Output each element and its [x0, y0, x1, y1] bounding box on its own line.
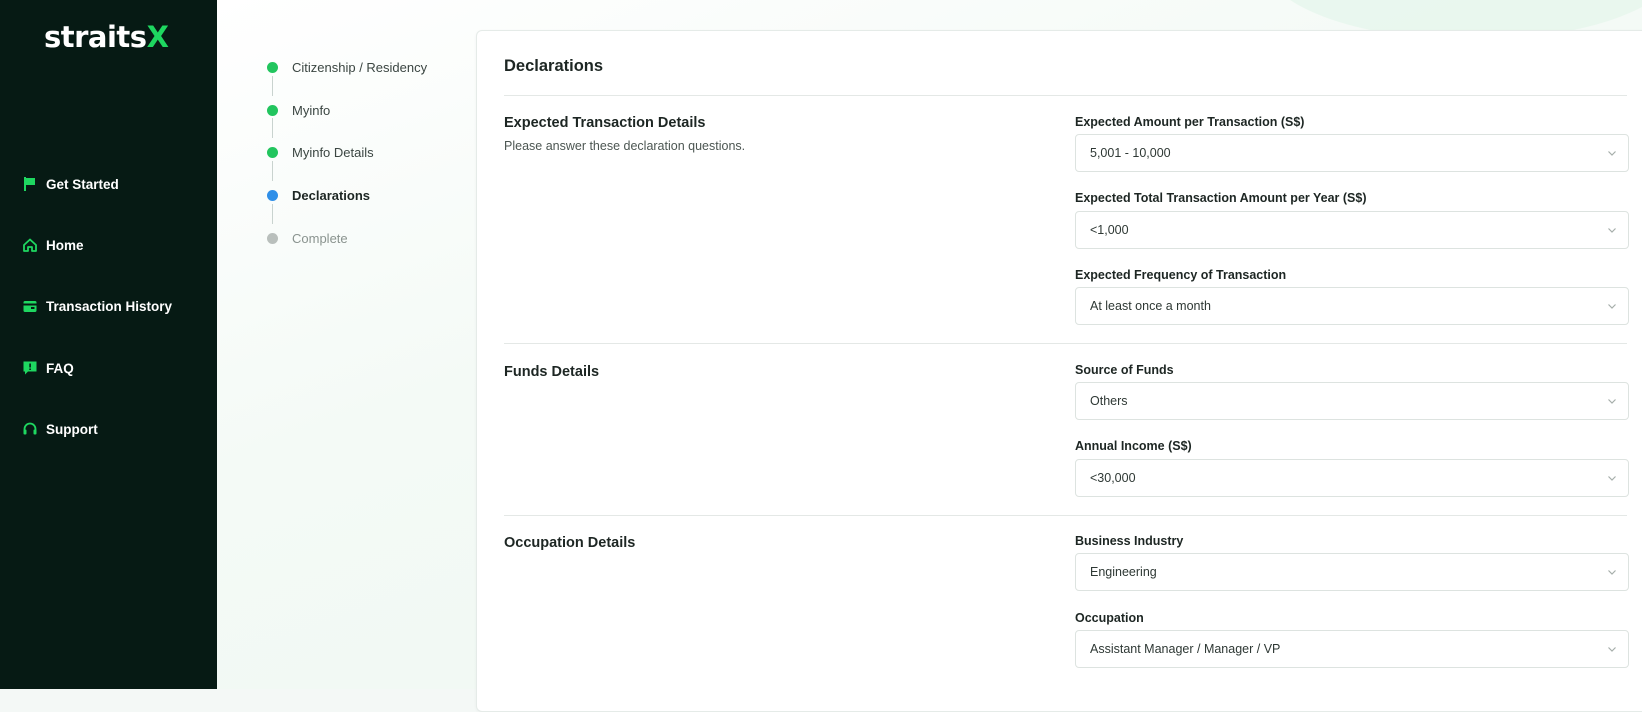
logo-text: straits: [44, 20, 147, 54]
chevron-down-icon: [1608, 647, 1616, 652]
sidebar-item-support[interactable]: Support: [22, 421, 98, 437]
logo-accent: X: [146, 20, 169, 54]
select-value: 5,001 - 10,000: [1090, 146, 1171, 160]
divider: [504, 515, 1627, 516]
field-label-source-of-funds: Source of Funds: [1075, 363, 1174, 377]
sidebar-item-label: Support: [46, 421, 98, 437]
brand-logo[interactable]: straitsX: [44, 20, 169, 54]
sidebar-item-faq[interactable]: FAQ: [22, 360, 74, 376]
section-title-funds: Funds Details: [504, 364, 600, 380]
amount-per-transaction-select[interactable]: 5,001 - 10,000: [1075, 134, 1629, 172]
step-connector: [272, 76, 273, 96]
field-label-frequency: Expected Frequency of Transaction: [1075, 268, 1287, 282]
step-myinfo[interactable]: Myinfo: [266, 103, 330, 118]
step-declarations[interactable]: Declarations: [266, 188, 370, 203]
step-connector: [272, 118, 273, 138]
divider: [504, 343, 1627, 344]
step-label: Complete: [292, 231, 348, 246]
sidebar: straitsX Get Started Home Transaction Hi…: [0, 0, 217, 689]
step-connector: [272, 204, 273, 224]
field-label-total-per-year: Expected Total Transaction Amount per Ye…: [1075, 191, 1367, 205]
divider: [504, 95, 1627, 96]
chevron-down-icon: [1608, 151, 1616, 156]
step-complete: Complete: [266, 231, 348, 246]
section-title-occupation: Occupation Details: [504, 535, 636, 551]
flag-icon: [22, 176, 38, 192]
chevron-down-icon: [1608, 304, 1616, 309]
section-title-transaction: Expected Transaction Details: [504, 115, 706, 131]
step-citizenship[interactable]: Citizenship / Residency: [266, 60, 427, 75]
select-value: <30,000: [1090, 471, 1136, 485]
chevron-down-icon: [1608, 399, 1616, 404]
headset-icon: [22, 421, 38, 437]
step-label: Myinfo: [292, 103, 331, 118]
step-label: Myinfo Details: [292, 145, 374, 160]
faq-icon: [22, 360, 38, 376]
select-value: At least once a month: [1090, 299, 1211, 313]
sidebar-item-label: Get Started: [46, 176, 119, 192]
step-done-dot: [267, 147, 278, 158]
sidebar-item-label: FAQ: [46, 360, 74, 376]
select-value: Engineering: [1090, 565, 1157, 579]
chevron-down-icon: [1608, 476, 1616, 481]
sidebar-item-get-started[interactable]: Get Started: [22, 176, 119, 192]
chevron-down-icon: [1608, 228, 1616, 233]
field-label-amount-per-transaction: Expected Amount per Transaction (S$): [1075, 115, 1305, 129]
annual-income-select[interactable]: <30,000: [1075, 459, 1629, 497]
step-done-dot: [267, 105, 278, 116]
step-pending-dot: [267, 233, 278, 244]
step-label: Declarations: [292, 188, 371, 203]
source-of-funds-select[interactable]: Others: [1075, 382, 1629, 420]
sidebar-item-label: Transaction History: [46, 298, 173, 314]
total-per-year-select[interactable]: <1,000: [1075, 211, 1629, 249]
sidebar-item-label: Home: [46, 237, 84, 253]
business-industry-select[interactable]: Engineering: [1075, 553, 1629, 591]
sidebar-item-home[interactable]: Home: [22, 237, 84, 253]
occupation-select[interactable]: Assistant Manager / Manager / VP: [1075, 630, 1629, 668]
section-subtitle: Please answer these declaration question…: [504, 139, 746, 153]
field-label-annual-income: Annual Income (S$): [1075, 439, 1192, 453]
chevron-down-icon: [1608, 570, 1616, 575]
step-label: Citizenship / Residency: [292, 60, 428, 75]
wallet-icon: [22, 298, 38, 314]
step-done-dot: [267, 62, 278, 73]
select-value: Others: [1090, 394, 1128, 408]
step-connector: [272, 161, 273, 181]
sidebar-item-transaction-history[interactable]: Transaction History: [22, 298, 172, 314]
frequency-select[interactable]: At least once a month: [1075, 287, 1629, 325]
step-myinfo-details[interactable]: Myinfo Details: [266, 145, 374, 160]
step-current-dot: [267, 190, 278, 201]
select-value: Assistant Manager / Manager / VP: [1090, 642, 1281, 656]
home-icon: [22, 237, 38, 253]
declarations-card: Declarations Expected Transaction Detail…: [476, 30, 1642, 712]
field-label-business-industry: Business Industry: [1075, 534, 1184, 548]
select-value: <1,000: [1090, 223, 1129, 237]
field-label-occupation: Occupation: [1075, 611, 1144, 625]
page-title: Declarations: [504, 57, 604, 75]
